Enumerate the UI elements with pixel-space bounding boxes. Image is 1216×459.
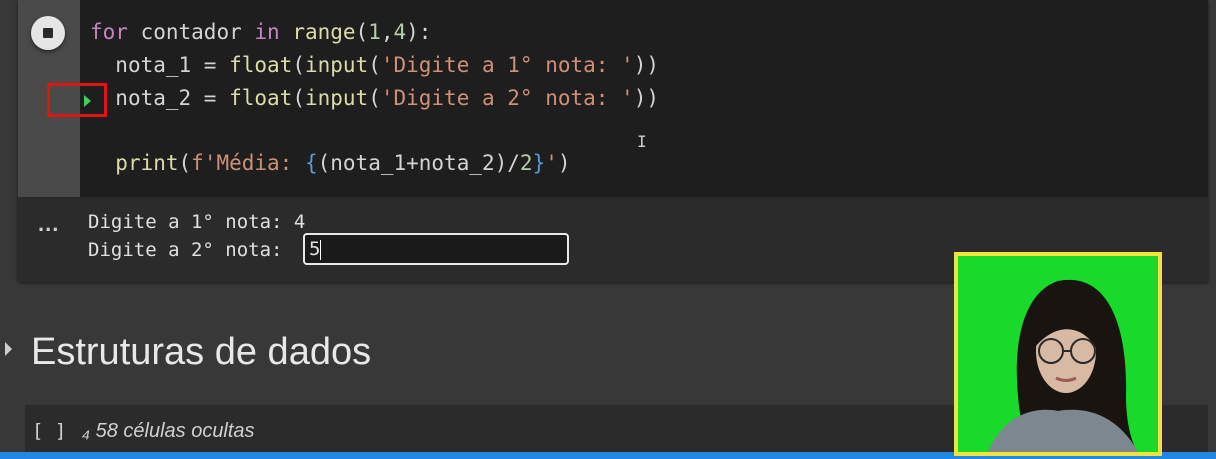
stop-icon[interactable] <box>31 16 65 50</box>
output-menu-icon[interactable]: ... <box>38 213 59 235</box>
section-title: Estruturas de dados <box>31 331 372 373</box>
webcam-overlay <box>954 252 1162 456</box>
highlight-box <box>47 83 107 117</box>
execution-arrow-icon <box>84 95 91 107</box>
text-cursor-icon: I <box>637 132 647 151</box>
code-cell[interactable]: for contador in range(1,4): nota_1 = flo… <box>18 0 1208 282</box>
code-line-1: for contador in range(1,4): <box>90 20 432 44</box>
presenter-avatar <box>988 279 1138 452</box>
code-editor[interactable]: for contador in range(1,4): nota_1 = flo… <box>80 0 1208 197</box>
cell-brackets: [ ] <box>32 420 67 442</box>
hidden-cells-label[interactable]: ₄ 58 células ocultas <box>82 420 255 443</box>
code-line-5: print(f'Média: {(nota_1+nota_2)/2}') <box>115 151 571 175</box>
stdin-input[interactable]: 5 <box>303 233 569 265</box>
output-line-1: Digite a 1° nota: 4 <box>88 211 306 233</box>
output-line-2: Digite a 2° nota: <box>88 239 294 261</box>
chevron-right-icon[interactable] <box>5 342 12 356</box>
code-line-3: nota_2 = float(input('Digite a 2° nota: … <box>115 86 660 110</box>
webcam-feed <box>958 256 1158 452</box>
code-line-2: nota_1 = float(input('Digite a 1° nota: … <box>115 53 660 77</box>
section-heading[interactable]: Estruturas de dados <box>0 325 900 385</box>
